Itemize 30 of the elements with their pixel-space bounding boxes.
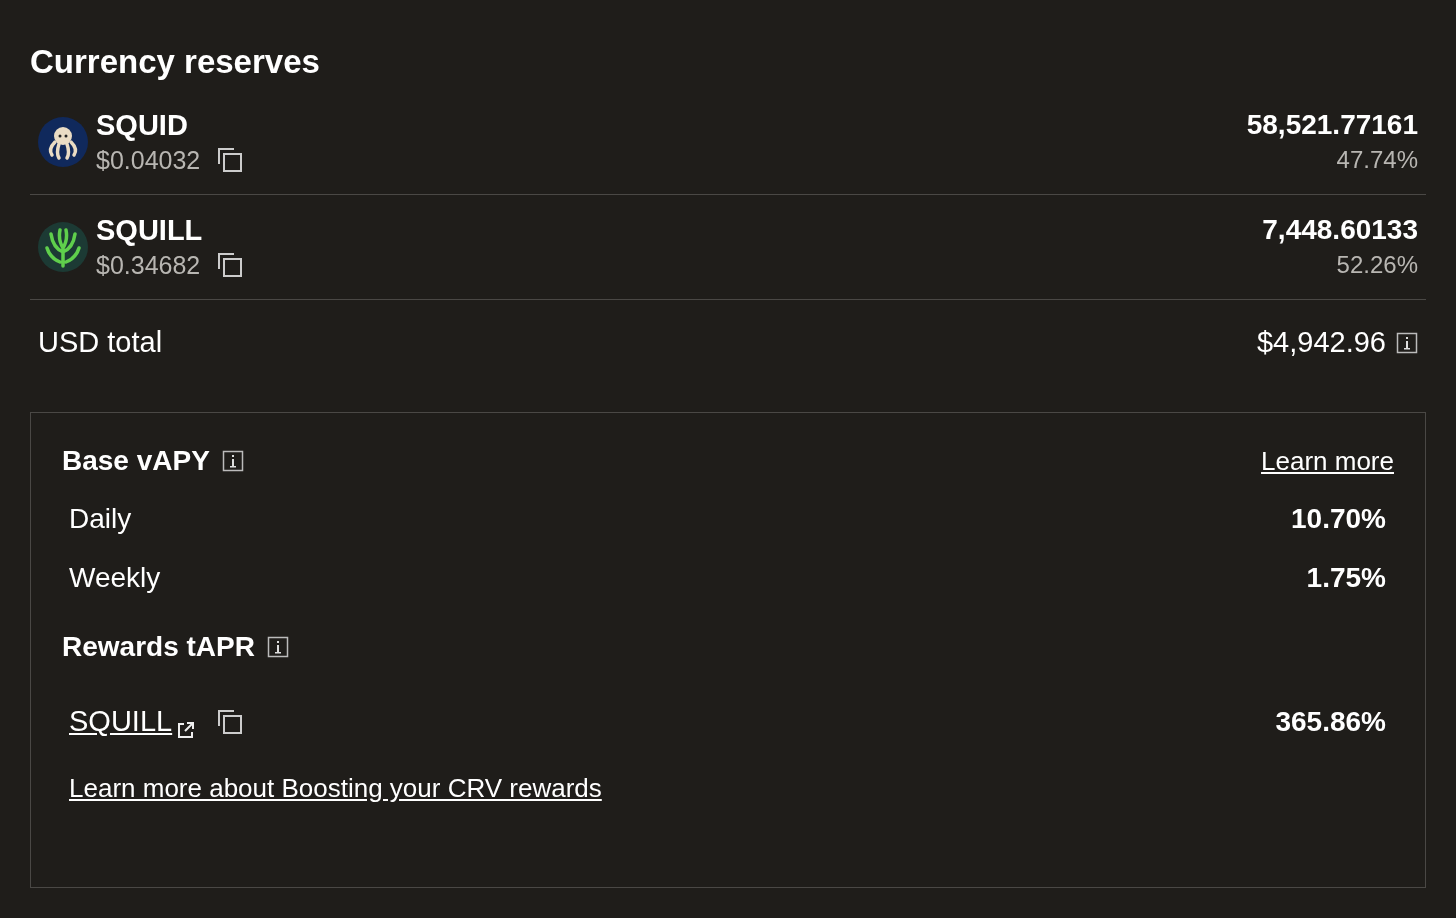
token-share: 47.74% (1336, 145, 1418, 175)
copy-icon[interactable] (216, 708, 245, 736)
info-icon[interactable] (266, 636, 289, 658)
token-symbol: SQUID (96, 108, 189, 143)
period-label: Daily (69, 501, 132, 536)
panel-heading: Base vAPY (62, 444, 210, 478)
period-label: Weekly (69, 560, 161, 595)
learn-more-link[interactable]: Learn more (1261, 441, 1394, 481)
external-link-icon[interactable] (176, 719, 197, 740)
token-link[interactable]: SQUILL (69, 700, 173, 744)
period-value: 1.75% (1306, 560, 1386, 595)
period-value: 10.70% (1291, 501, 1386, 536)
token-share: 52.26% (1336, 250, 1418, 280)
token-symbol: SQUILL (96, 213, 204, 248)
total-label: USD total (38, 325, 163, 361)
copy-icon[interactable] (216, 251, 245, 279)
tentacle-icon (38, 222, 88, 272)
token-price: $0.04032 (96, 145, 201, 176)
token-amount: 7,448.60133 (1262, 213, 1418, 247)
info-icon[interactable] (221, 450, 244, 472)
reward-value: 365.86% (1275, 705, 1386, 739)
info-icon[interactable] (1396, 332, 1418, 354)
boost-link[interactable]: Learn more about Boosting your CRV rewards (62, 769, 602, 808)
copy-icon[interactable] (216, 146, 245, 174)
octopus-icon (38, 117, 88, 167)
token-amount: 58,521.77161 (1246, 108, 1418, 142)
panel-heading: Rewards tAPR (62, 630, 255, 664)
total-value: $4,942.96 (1257, 325, 1386, 361)
section-title: Currency reserves (30, 42, 321, 82)
token-price: $0.34682 (96, 250, 201, 281)
